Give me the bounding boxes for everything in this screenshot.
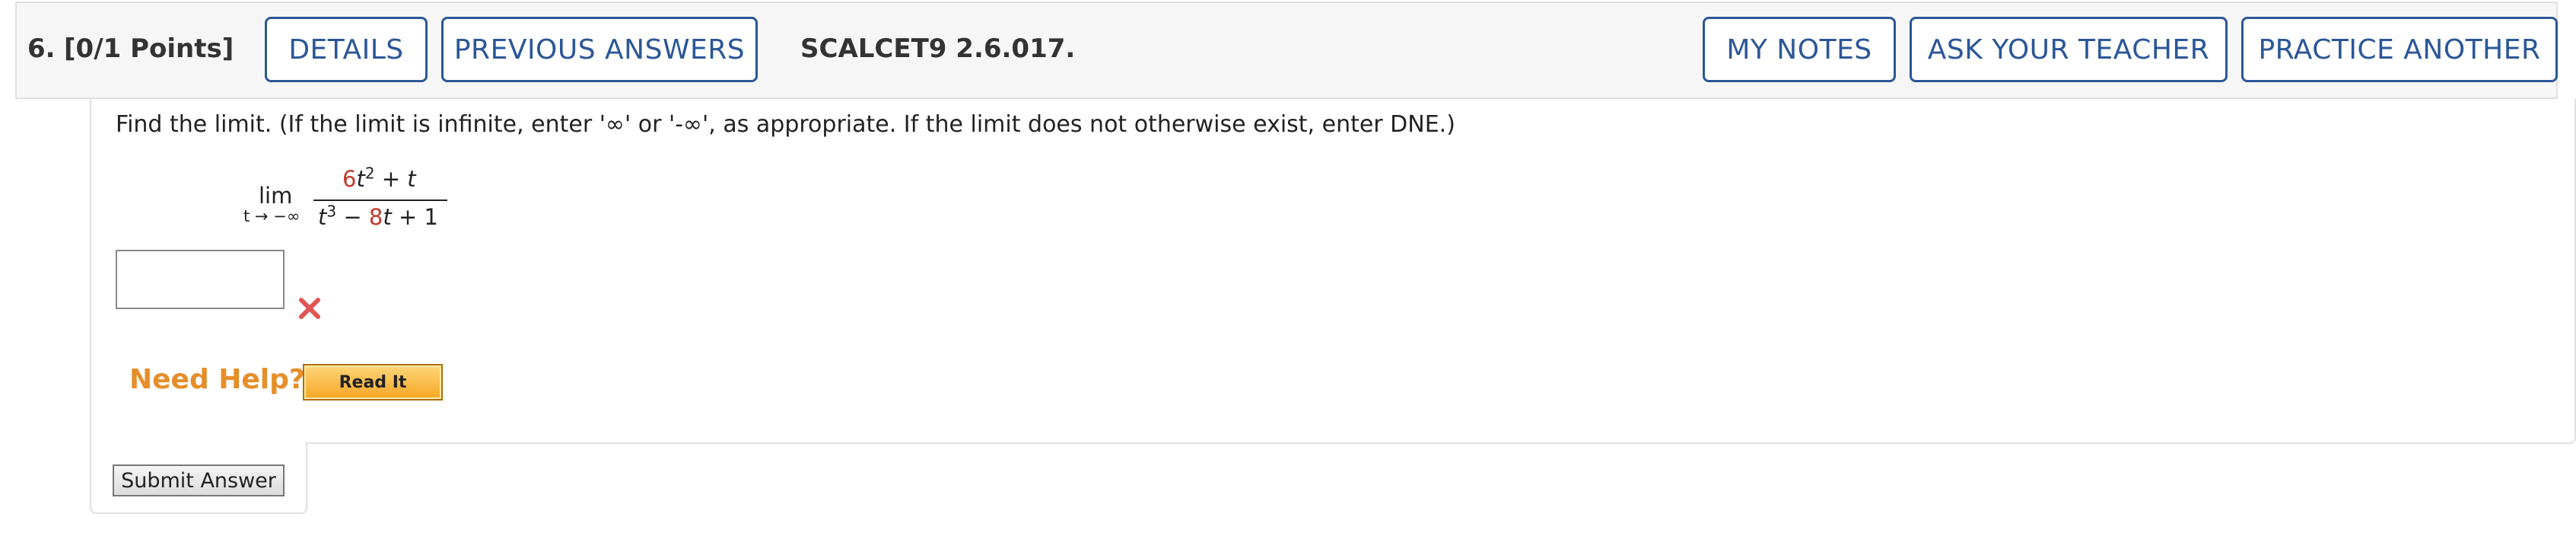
ask-your-teacher-button[interactable]: ASK YOUR TEACHER	[1910, 17, 2228, 82]
denominator-coefficient: 8	[368, 204, 383, 230]
lim-operator: lim	[259, 183, 293, 209]
denominator-minus: −	[336, 204, 369, 230]
numerator-coefficient: 6	[342, 166, 357, 192]
lim-subscript: t → −∞	[243, 207, 301, 225]
previous-answers-button[interactable]: PREVIOUS ANSWERS	[441, 17, 758, 82]
numerator-rest: + t	[374, 166, 416, 192]
denominator-variable: t	[318, 204, 327, 230]
question-instructions: Find the limit. (If the limit is infinit…	[116, 111, 1455, 138]
denominator-variable-2: t	[383, 204, 392, 230]
answer-input[interactable]	[116, 250, 285, 309]
question-code: SCALCET9 2.6.017.	[800, 34, 1076, 64]
fraction-bar	[313, 199, 447, 201]
read-it-button[interactable]: Read It	[303, 364, 443, 401]
submit-answer-button[interactable]: Submit Answer	[113, 464, 285, 496]
details-button[interactable]: DETAILS	[265, 17, 428, 82]
question-points: [0/1 Points]	[64, 34, 234, 64]
numerator-variable: t	[356, 166, 365, 192]
my-notes-button[interactable]: MY NOTES	[1703, 17, 1896, 82]
fraction-numerator: 6t2 + t	[342, 164, 416, 192]
denominator-rest: + 1	[391, 204, 438, 230]
question-number: 6.	[27, 34, 56, 64]
need-help-label: Need Help?	[129, 364, 305, 395]
question-body	[90, 99, 2576, 444]
fraction-denominator: t3 − 8t + 1	[318, 202, 438, 230]
denominator-exponent: 3	[326, 202, 337, 221]
x-mark-icon	[299, 298, 320, 319]
numerator-exponent: 2	[364, 164, 375, 183]
practice-another-button[interactable]: PRACTICE ANOTHER	[2241, 17, 2558, 82]
